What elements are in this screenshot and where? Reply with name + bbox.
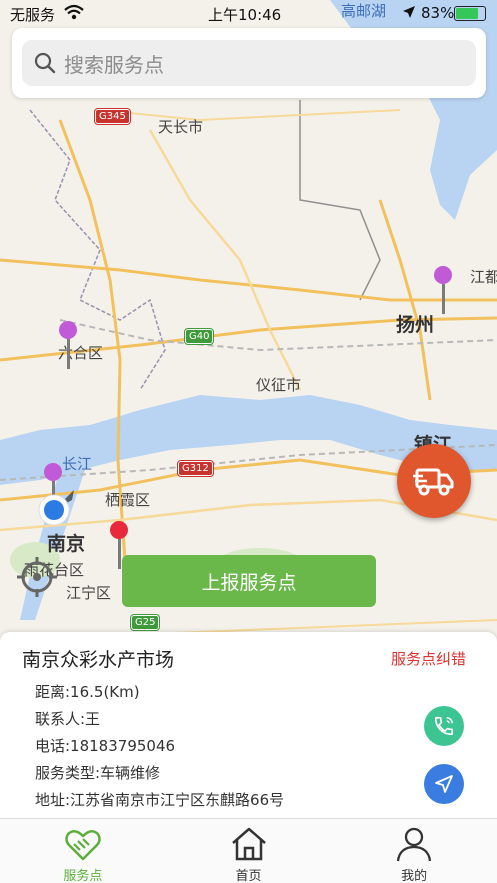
truck-icon bbox=[413, 468, 454, 496]
map-label-tianchang: 天长市 bbox=[158, 118, 204, 136]
contact-text: 联系人:王 bbox=[35, 710, 101, 728]
battery-icon bbox=[454, 6, 486, 21]
wifi-icon bbox=[64, 4, 84, 20]
crosshair-icon bbox=[17, 557, 57, 597]
report-correction-link[interactable]: 服务点纠错 bbox=[391, 648, 466, 669]
locate-me-button[interactable] bbox=[12, 552, 62, 602]
service-point-name: 南京众彩水产市场 bbox=[22, 649, 175, 671]
truck-service-button[interactable] bbox=[397, 444, 471, 518]
phone-text: 电话:18183795046 bbox=[35, 737, 176, 755]
navigation-arrow-icon bbox=[435, 775, 453, 793]
map-label-changjiang: 长江 bbox=[62, 455, 93, 473]
map-label-yangzhou: 扬州 bbox=[396, 314, 435, 336]
tab-label: 服务点 bbox=[63, 869, 103, 883]
handshake-icon bbox=[65, 829, 101, 861]
search-icon bbox=[34, 52, 56, 74]
search-placeholder: 搜索服务点 bbox=[64, 52, 164, 77]
pin-stick bbox=[66, 339, 70, 369]
map-label-qixia: 栖霞区 bbox=[105, 491, 151, 509]
service-point-card: 南京众彩水产市场 服务点纠错 距离:16.5(Km) 联系人:王 电话:1818… bbox=[0, 632, 497, 818]
tab-profile[interactable]: 我的 bbox=[331, 819, 497, 883]
tab-label: 我的 bbox=[401, 869, 428, 883]
highway-shield-g345: G345 bbox=[95, 109, 130, 124]
map-pin-yangzhou[interactable] bbox=[434, 266, 454, 314]
tab-home[interactable]: 首页 bbox=[166, 819, 332, 883]
home-icon bbox=[231, 827, 266, 861]
report-service-point-button[interactable]: 上报服务点 bbox=[122, 555, 376, 607]
map-pin-liuhe[interactable] bbox=[59, 321, 79, 369]
search-input[interactable]: 搜索服务点 bbox=[22, 40, 476, 86]
phone-icon bbox=[434, 716, 454, 736]
highway-shield-g40: G40 bbox=[185, 329, 214, 344]
pin-head bbox=[59, 321, 77, 339]
pin-stick bbox=[441, 284, 445, 314]
carrier-label: 无服务 bbox=[10, 6, 56, 24]
pin-stick bbox=[117, 539, 121, 569]
highway-shield-g312: G312 bbox=[178, 461, 213, 476]
navigate-button[interactable] bbox=[424, 764, 464, 804]
search-panel: 搜索服务点 bbox=[12, 28, 486, 98]
tab-service-points[interactable]: 服务点 bbox=[0, 819, 166, 883]
pin-head bbox=[44, 463, 62, 481]
status-bar: 无服务 上午10:46 83% bbox=[0, 0, 497, 26]
user-icon bbox=[397, 827, 432, 862]
map-label-jiangning: 江宁区 bbox=[66, 584, 112, 602]
highway-shield-g25: G25 bbox=[131, 615, 160, 630]
status-time: 上午10:46 bbox=[208, 6, 282, 24]
battery-percent: 83% bbox=[421, 4, 455, 22]
location-arrow-icon bbox=[403, 6, 415, 18]
map-label-jiangdu: 江都 bbox=[470, 268, 497, 286]
address-text: 地址:江苏省南京市江宁区东麒路66号 bbox=[35, 791, 285, 809]
map-label-yizheng: 仪征市 bbox=[256, 376, 302, 394]
battery-level bbox=[456, 8, 479, 19]
map-label-nanjing: 南京 bbox=[47, 533, 86, 555]
tab-bar: 服务点 首页 我的 bbox=[0, 818, 497, 883]
pin-head bbox=[434, 266, 452, 284]
current-location-icon bbox=[38, 490, 74, 526]
pin-head bbox=[110, 521, 128, 539]
tab-label: 首页 bbox=[235, 869, 262, 883]
service-type-text: 服务类型:车辆维修 bbox=[35, 764, 161, 782]
distance-text: 距离:16.5(Km) bbox=[35, 683, 140, 701]
call-button[interactable] bbox=[424, 706, 464, 746]
